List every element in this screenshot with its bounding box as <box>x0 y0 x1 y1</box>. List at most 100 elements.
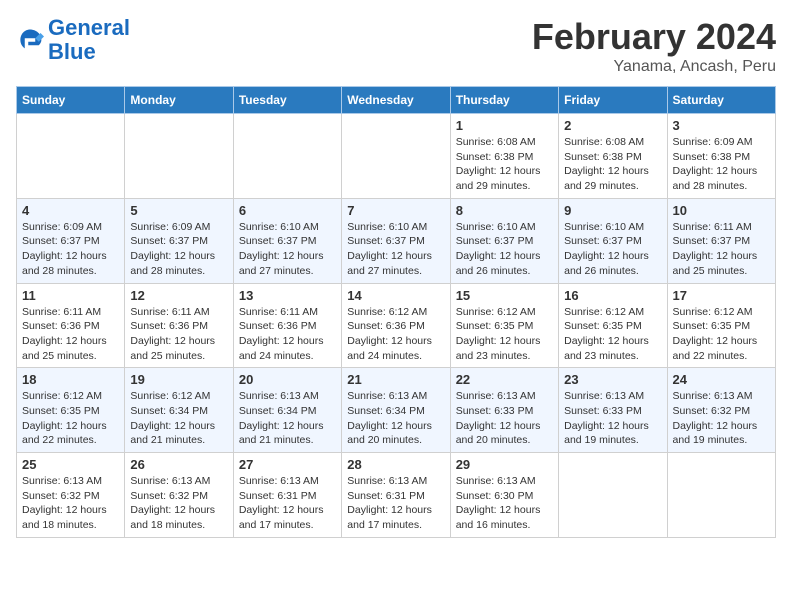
header-saturday: Saturday <box>667 87 775 114</box>
title-block: February 2024 Yanama, Ancash, Peru <box>532 16 776 76</box>
day-info: Sunrise: 6:13 AM Sunset: 6:32 PM Dayligh… <box>673 389 770 448</box>
day-info: Sunrise: 6:13 AM Sunset: 6:30 PM Dayligh… <box>456 474 553 533</box>
day-info: Sunrise: 6:11 AM Sunset: 6:36 PM Dayligh… <box>239 305 336 364</box>
day-info: Sunrise: 6:11 AM Sunset: 6:36 PM Dayligh… <box>22 305 119 364</box>
day-info: Sunrise: 6:13 AM Sunset: 6:32 PM Dayligh… <box>22 474 119 533</box>
day-info: Sunrise: 6:09 AM Sunset: 6:37 PM Dayligh… <box>130 220 227 279</box>
day-info: Sunrise: 6:10 AM Sunset: 6:37 PM Dayligh… <box>239 220 336 279</box>
calendar-day-cell: 8Sunrise: 6:10 AM Sunset: 6:37 PM Daylig… <box>450 198 558 283</box>
header-thursday: Thursday <box>450 87 558 114</box>
logo-icon <box>16 26 44 54</box>
day-number: 21 <box>347 372 444 387</box>
day-info: Sunrise: 6:11 AM Sunset: 6:36 PM Dayligh… <box>130 305 227 364</box>
day-info: Sunrise: 6:08 AM Sunset: 6:38 PM Dayligh… <box>564 135 661 194</box>
calendar-day-cell: 25 Sunrise: 6:13 AM Sunset: 6:32 PM Dayli… <box>17 453 125 538</box>
calendar-day-cell: 28Sunrise: 6:13 AM Sunset: 6:31 PM Dayli… <box>342 453 450 538</box>
day-number: 11 <box>22 288 119 303</box>
header-friday: Friday <box>559 87 667 114</box>
calendar-day-cell: 10 Sunrise: 6:11 AM Sunset: 6:37 PM Dayli… <box>667 198 775 283</box>
day-number: 1 <box>456 118 553 133</box>
day-number: 19 <box>130 372 227 387</box>
calendar-day-cell <box>667 453 775 538</box>
day-info: Sunrise: 6:12 AM Sunset: 6:36 PM Dayligh… <box>347 305 444 364</box>
calendar-day-cell <box>233 114 341 199</box>
calendar-week-row: 1 Sunrise: 6:08 AM Sunset: 6:38 PM Daylig… <box>17 114 776 199</box>
day-number: 10 <box>673 203 770 218</box>
calendar-day-cell: 27 Sunrise: 6:13 AM Sunset: 6:31 PM Dayli… <box>233 453 341 538</box>
calendar-day-cell: 24Sunrise: 6:13 AM Sunset: 6:32 PM Dayli… <box>667 368 775 453</box>
calendar-day-cell <box>559 453 667 538</box>
day-number: 20 <box>239 372 336 387</box>
calendar-day-cell: 14 Sunrise: 6:12 AM Sunset: 6:36 PM Dayli… <box>342 283 450 368</box>
calendar-week-row: 25 Sunrise: 6:13 AM Sunset: 6:32 PM Dayli… <box>17 453 776 538</box>
calendar-day-cell: 22 Sunrise: 6:13 AM Sunset: 6:33 PM Dayli… <box>450 368 558 453</box>
main-title: February 2024 <box>532 16 776 58</box>
calendar-day-cell: 6Sunrise: 6:10 AM Sunset: 6:37 PM Daylig… <box>233 198 341 283</box>
day-number: 26 <box>130 457 227 472</box>
day-info: Sunrise: 6:13 AM Sunset: 6:31 PM Dayligh… <box>347 474 444 533</box>
day-number: 9 <box>564 203 661 218</box>
day-number: 16 <box>564 288 661 303</box>
day-info: Sunrise: 6:13 AM Sunset: 6:33 PM Dayligh… <box>564 389 661 448</box>
sub-title: Yanama, Ancash, Peru <box>532 58 776 76</box>
day-info: Sunrise: 6:13 AM Sunset: 6:34 PM Dayligh… <box>239 389 336 448</box>
header-tuesday: Tuesday <box>233 87 341 114</box>
day-number: 2 <box>564 118 661 133</box>
day-number: 3 <box>673 118 770 133</box>
header-sunday: Sunday <box>17 87 125 114</box>
calendar-week-row: 18Sunrise: 6:12 AM Sunset: 6:35 PM Dayli… <box>17 368 776 453</box>
calendar-week-row: 11 Sunrise: 6:11 AM Sunset: 6:36 PM Dayli… <box>17 283 776 368</box>
day-info: Sunrise: 6:11 AM Sunset: 6:37 PM Dayligh… <box>673 220 770 279</box>
calendar-week-row: 4 Sunrise: 6:09 AM Sunset: 6:37 PM Daylig… <box>17 198 776 283</box>
calendar-day-cell: 21 Sunrise: 6:13 AM Sunset: 6:34 PM Dayli… <box>342 368 450 453</box>
day-info: Sunrise: 6:13 AM Sunset: 6:33 PM Dayligh… <box>456 389 553 448</box>
calendar-day-cell: 7 Sunrise: 6:10 AM Sunset: 6:37 PM Daylig… <box>342 198 450 283</box>
logo-text-block: General Blue <box>48 16 130 64</box>
header-monday: Monday <box>125 87 233 114</box>
day-info: Sunrise: 6:12 AM Sunset: 6:35 PM Dayligh… <box>456 305 553 364</box>
day-info: Sunrise: 6:13 AM Sunset: 6:32 PM Dayligh… <box>130 474 227 533</box>
day-number: 12 <box>130 288 227 303</box>
day-info: Sunrise: 6:12 AM Sunset: 6:35 PM Dayligh… <box>22 389 119 448</box>
logo-blue: Blue <box>48 39 96 64</box>
day-info: Sunrise: 6:13 AM Sunset: 6:34 PM Dayligh… <box>347 389 444 448</box>
day-number: 4 <box>22 203 119 218</box>
day-info: Sunrise: 6:10 AM Sunset: 6:37 PM Dayligh… <box>347 220 444 279</box>
day-info: Sunrise: 6:12 AM Sunset: 6:35 PM Dayligh… <box>564 305 661 364</box>
calendar-day-cell: 2 Sunrise: 6:08 AM Sunset: 6:38 PM Daylig… <box>559 114 667 199</box>
calendar-day-cell: 17 Sunrise: 6:12 AM Sunset: 6:35 PM Dayli… <box>667 283 775 368</box>
header-wednesday: Wednesday <box>342 87 450 114</box>
calendar-day-cell <box>125 114 233 199</box>
day-number: 5 <box>130 203 227 218</box>
day-info: Sunrise: 6:13 AM Sunset: 6:31 PM Dayligh… <box>239 474 336 533</box>
calendar-day-cell: 20 Sunrise: 6:13 AM Sunset: 6:34 PM Dayli… <box>233 368 341 453</box>
day-number: 7 <box>347 203 444 218</box>
calendar-day-cell: 19Sunrise: 6:12 AM Sunset: 6:34 PM Dayli… <box>125 368 233 453</box>
calendar-table: SundayMondayTuesdayWednesdayThursdayFrid… <box>16 86 776 538</box>
calendar-day-cell <box>17 114 125 199</box>
calendar-day-cell: 3 Sunrise: 6:09 AM Sunset: 6:38 PM Daylig… <box>667 114 775 199</box>
calendar-day-cell: 9Sunrise: 6:10 AM Sunset: 6:37 PM Daylig… <box>559 198 667 283</box>
calendar-day-cell <box>342 114 450 199</box>
calendar-day-cell: 23 Sunrise: 6:13 AM Sunset: 6:33 PM Dayli… <box>559 368 667 453</box>
day-number: 25 <box>22 457 119 472</box>
day-info: Sunrise: 6:09 AM Sunset: 6:38 PM Dayligh… <box>673 135 770 194</box>
day-info: Sunrise: 6:10 AM Sunset: 6:37 PM Dayligh… <box>456 220 553 279</box>
day-number: 14 <box>347 288 444 303</box>
day-number: 13 <box>239 288 336 303</box>
calendar-day-cell: 15 Sunrise: 6:12 AM Sunset: 6:35 PM Dayli… <box>450 283 558 368</box>
logo-general: General <box>48 15 130 40</box>
day-number: 22 <box>456 372 553 387</box>
calendar-day-cell: 29Sunrise: 6:13 AM Sunset: 6:30 PM Dayli… <box>450 453 558 538</box>
calendar-day-cell: 1Sunrise: 6:08 AM Sunset: 6:38 PM Daylig… <box>450 114 558 199</box>
logo: General Blue <box>16 16 130 64</box>
calendar-day-cell: 13 Sunrise: 6:11 AM Sunset: 6:36 PM Dayli… <box>233 283 341 368</box>
day-number: 23 <box>564 372 661 387</box>
calendar-day-cell: 5 Sunrise: 6:09 AM Sunset: 6:37 PM Daylig… <box>125 198 233 283</box>
day-number: 15 <box>456 288 553 303</box>
day-number: 17 <box>673 288 770 303</box>
day-info: Sunrise: 6:12 AM Sunset: 6:35 PM Dayligh… <box>673 305 770 364</box>
page-header: General Blue February 2024 Yanama, Ancas… <box>16 16 776 76</box>
calendar-day-cell: 16 Sunrise: 6:12 AM Sunset: 6:35 PM Dayli… <box>559 283 667 368</box>
day-number: 27 <box>239 457 336 472</box>
